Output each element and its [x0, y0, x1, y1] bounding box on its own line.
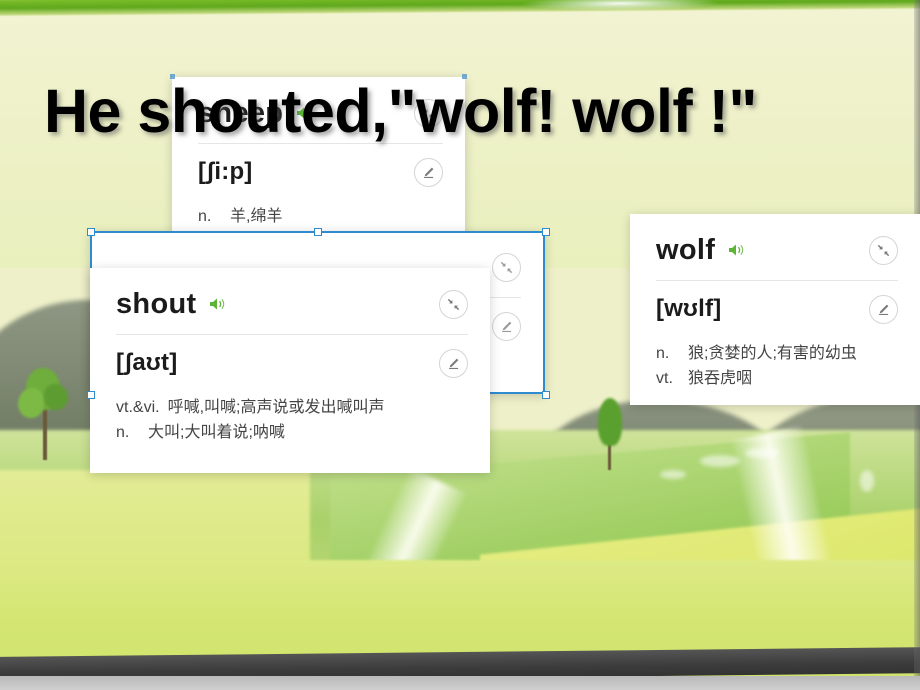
edit-pencil-icon[interactable]: [492, 311, 521, 341]
speaker-icon[interactable]: [209, 297, 226, 311]
popup-header: shout: [116, 284, 468, 324]
phonetic-text: [ʃaʊt]: [116, 349, 178, 376]
part-of-speech: n.: [198, 208, 212, 225]
divider: [198, 143, 443, 144]
selection-handle[interactable]: [87, 391, 95, 399]
selection-handle[interactable]: [314, 228, 322, 236]
definition-row: n. 大叫;大叫着说;呐喊: [116, 420, 468, 445]
tree-foliage: [598, 398, 622, 446]
headword: sheep: [198, 96, 284, 129]
phonetic-row: [wʊlf]: [656, 289, 898, 329]
sheep-smudge: [745, 448, 779, 458]
definition-list: n. 狼;贪婪的人;有害的幼虫 vt. 狼吞虎咽: [656, 341, 898, 391]
sheep-smudge: [660, 470, 686, 479]
definition-text: 呼喊,叫喊;高声说或发出喊叫声: [167, 399, 385, 416]
selection-handle[interactable]: [87, 228, 95, 236]
selection-handle[interactable]: [542, 228, 550, 236]
phonetic-row: [ʃaʊt]: [116, 343, 468, 383]
selection-tick: [462, 74, 467, 79]
part-of-speech: vt.&vi.: [116, 399, 160, 416]
collapse-icon[interactable]: [492, 252, 521, 282]
dictionary-popup-shout[interactable]: shout [ʃaʊt] vt.&vi. 呼喊,叫喊;高声说或发出喊叫声 n. …: [90, 268, 490, 473]
definition-text: 大叫;大叫着说;呐喊: [148, 424, 285, 441]
edit-pencil-icon[interactable]: [869, 294, 898, 324]
headword: wolf: [656, 233, 716, 266]
selection-tick: [170, 74, 175, 79]
sheep-smudge: [700, 455, 740, 467]
edit-pencil-icon[interactable]: [414, 157, 443, 187]
below-slide-band: [0, 676, 920, 690]
popup-header: wolf: [656, 230, 898, 270]
popup-body: wolf [wʊlf] n. 狼;贪婪的人;有害的幼虫 vt. 狼吞虎咽: [630, 214, 920, 405]
definition-list: vt.&vi. 呼喊,叫喊;高声说或发出喊叫声 n. 大叫;大叫着说;呐喊: [116, 395, 468, 445]
divider: [116, 334, 468, 335]
edit-pencil-icon[interactable]: [439, 348, 468, 378]
definition-text: 羊,绵羊: [230, 208, 283, 225]
headword: shout: [116, 287, 197, 320]
collapse-icon[interactable]: [869, 235, 898, 265]
screenshot-root: sheep [ʃi:p] n. 羊,绵羊 wolf [wʊlf] n. 狼;贪婪…: [0, 0, 920, 690]
phonetic-text: [ʃi:p]: [198, 158, 253, 185]
definition-row: n. 羊,绵羊: [198, 204, 443, 229]
part-of-speech: vt.: [656, 370, 673, 387]
tree-foliage: [18, 388, 44, 418]
popup-header: sheep: [198, 93, 443, 133]
phonetic-text: [wʊlf]: [656, 295, 722, 322]
speaker-icon[interactable]: [296, 106, 313, 120]
part-of-speech: n.: [656, 345, 670, 362]
definition-text: 狼;贪婪的人;有害的幼虫: [688, 345, 857, 362]
definition-row: vt.&vi. 呼喊,叫喊;高声说或发出喊叫声: [116, 395, 468, 420]
popup-body: shout [ʃaʊt] vt.&vi. 呼喊,叫喊;高声说或发出喊叫声 n. …: [90, 268, 490, 459]
definition-row: n. 狼;贪婪的人;有害的幼虫: [656, 341, 898, 366]
tree-foliage: [44, 384, 68, 410]
ridge-haze: [519, 0, 721, 12]
collapse-icon[interactable]: [439, 289, 468, 319]
dictionary-popup-wolf[interactable]: wolf [wʊlf] n. 狼;贪婪的人;有害的幼虫 vt. 狼吞虎咽: [630, 214, 920, 405]
definition-row: vt. 狼吞虎咽: [656, 366, 898, 391]
definition-text: 狼吞虎咽: [688, 370, 753, 387]
selection-handle[interactable]: [542, 391, 550, 399]
phonetic-row: [ʃi:p]: [198, 152, 443, 192]
part-of-speech: n.: [116, 424, 130, 441]
sheep-smudge: [860, 470, 874, 492]
collapse-icon[interactable]: [414, 98, 443, 128]
divider: [656, 280, 898, 281]
speaker-icon[interactable]: [728, 243, 745, 257]
